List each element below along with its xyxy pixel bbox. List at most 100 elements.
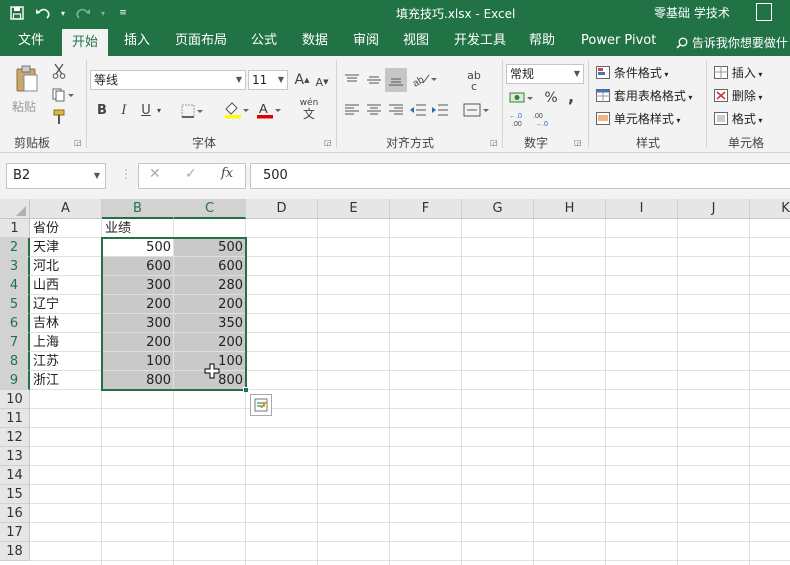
merge-center-icon[interactable] bbox=[462, 100, 490, 120]
select-all-button[interactable] bbox=[0, 199, 30, 219]
borders-icon[interactable] bbox=[180, 102, 204, 120]
decrease-indent-icon[interactable] bbox=[408, 100, 428, 120]
align-bottom-icon[interactable] bbox=[385, 68, 407, 92]
align-center-icon[interactable] bbox=[364, 100, 384, 120]
paste-button[interactable]: 粘贴 bbox=[12, 98, 36, 115]
increase-decimal-icon[interactable]: ←.0.00 bbox=[508, 110, 530, 128]
row-header-1[interactable]: 1 bbox=[0, 219, 30, 238]
cancel-entry-button[interactable]: ✕ bbox=[149, 166, 161, 182]
formula-input[interactable]: 500 bbox=[250, 163, 790, 189]
number-launcher-icon[interactable]: ◲ bbox=[574, 138, 582, 147]
tab-home[interactable]: 开始 bbox=[62, 29, 109, 56]
increase-indent-icon[interactable] bbox=[430, 100, 450, 120]
undo-icon[interactable] bbox=[32, 3, 54, 23]
column-header-d[interactable]: D bbox=[246, 199, 318, 219]
cell-styles-button[interactable]: 单元格样式 ▾ bbox=[596, 110, 680, 127]
number-format-combo[interactable]: 常规 ▼ bbox=[506, 64, 584, 84]
cell-b1[interactable]: 业绩 bbox=[102, 219, 174, 238]
clipboard-launcher-icon[interactable]: ◲ bbox=[74, 138, 82, 147]
tab-page-layout[interactable]: 页面布局 bbox=[165, 26, 237, 56]
row-header-2[interactable]: 2 bbox=[0, 238, 30, 257]
undo-dropdown-icon[interactable]: ▾ bbox=[58, 3, 68, 23]
cell-c2[interactable]: 500 bbox=[174, 238, 246, 257]
row-header-15[interactable]: 15 bbox=[0, 485, 30, 504]
align-right-icon[interactable] bbox=[386, 100, 406, 120]
shrink-font-button[interactable]: A ▼ bbox=[314, 72, 330, 92]
column-header-k[interactable]: K bbox=[750, 199, 790, 219]
cell-c7[interactable]: 200 bbox=[174, 333, 246, 352]
row-header-8[interactable]: 8 bbox=[0, 352, 30, 371]
font-launcher-icon[interactable]: ◲ bbox=[324, 138, 332, 147]
font-size-combo[interactable]: 11 ▼ bbox=[248, 70, 288, 90]
tab-power-pivot[interactable]: Power Pivot bbox=[571, 26, 666, 56]
cell-a5[interactable]: 辽宁 bbox=[30, 295, 102, 314]
cut-icon[interactable] bbox=[50, 62, 68, 80]
decrease-decimal-icon[interactable]: .00 →.0 bbox=[532, 110, 554, 128]
tab-view[interactable]: 视图 bbox=[393, 26, 439, 56]
ribbon-display-icon[interactable] bbox=[756, 3, 772, 21]
confirm-entry-button[interactable]: ✓ bbox=[185, 166, 197, 182]
conditional-formatting-button[interactable]: 条件格式 ▾ bbox=[596, 64, 668, 81]
accounting-format-icon[interactable] bbox=[508, 88, 534, 108]
row-header-17[interactable]: 17 bbox=[0, 523, 30, 542]
row-header-14[interactable]: 14 bbox=[0, 466, 30, 485]
row-header-12[interactable]: 12 bbox=[0, 428, 30, 447]
column-header-i[interactable]: I bbox=[606, 199, 678, 219]
cell-c5[interactable]: 200 bbox=[174, 295, 246, 314]
user-name[interactable]: 零基础 学技术 bbox=[654, 4, 730, 21]
insert-cells-button[interactable]: 插入 ▾ bbox=[714, 64, 762, 81]
column-header-j[interactable]: J bbox=[678, 199, 750, 219]
row-header-13[interactable]: 13 bbox=[0, 447, 30, 466]
cell-a8[interactable]: 江苏 bbox=[30, 352, 102, 371]
tab-file[interactable]: 文件 bbox=[8, 26, 54, 56]
delete-cells-button[interactable]: 删除 ▾ bbox=[714, 87, 762, 104]
font-color-icon[interactable]: A bbox=[254, 100, 282, 120]
underline-button[interactable]: U bbox=[138, 100, 154, 120]
tab-help[interactable]: 帮助 bbox=[519, 26, 565, 56]
tab-review[interactable]: 审阅 bbox=[343, 26, 389, 56]
cell-c4[interactable]: 280 bbox=[174, 276, 246, 295]
align-middle-icon[interactable] bbox=[364, 70, 384, 90]
tell-me-box[interactable]: 告诉我你想要做什 bbox=[676, 34, 788, 51]
tab-formulas[interactable]: 公式 bbox=[241, 26, 287, 56]
copy-icon[interactable] bbox=[50, 86, 76, 104]
cell-b9[interactable]: 800 bbox=[102, 371, 174, 390]
format-painter-icon[interactable] bbox=[50, 108, 68, 126]
column-header-g[interactable]: G bbox=[462, 199, 534, 219]
cell-a3[interactable]: 河北 bbox=[30, 257, 102, 276]
cell-b8[interactable]: 100 bbox=[102, 352, 174, 371]
wrap-text-button[interactable]: ab c bbox=[464, 68, 484, 94]
row-header-10[interactable]: 10 bbox=[0, 390, 30, 409]
cell-a6[interactable]: 吉林 bbox=[30, 314, 102, 333]
row-header-18[interactable]: 18 bbox=[0, 542, 30, 561]
row-header-5[interactable]: 5 bbox=[0, 295, 30, 314]
row-header-3[interactable]: 3 bbox=[0, 257, 30, 276]
cell-c6[interactable]: 350 bbox=[174, 314, 246, 333]
worksheet-grid[interactable]: ABCDEFGHIJK 1 2 3 4 5 6 7 8 9 10 11 12 13 14 15 16 17 18 … bbox=[0, 199, 790, 565]
row-header-6[interactable]: 6 bbox=[0, 314, 30, 333]
cell-a7[interactable]: 上海 bbox=[30, 333, 102, 352]
cell-a9[interactable]: 浙江 bbox=[30, 371, 102, 390]
cell-c3[interactable]: 600 bbox=[174, 257, 246, 276]
insert-function-button[interactable]: fx bbox=[221, 166, 233, 181]
align-top-icon[interactable] bbox=[342, 70, 362, 90]
font-name-combo[interactable]: 等线 ▼ bbox=[90, 70, 246, 90]
fill-handle[interactable] bbox=[243, 387, 249, 393]
cell-b6[interactable]: 300 bbox=[102, 314, 174, 333]
column-header-h[interactable]: H bbox=[534, 199, 606, 219]
cell-b2[interactable]: 500 bbox=[102, 238, 174, 257]
cell-b7[interactable]: 200 bbox=[102, 333, 174, 352]
grow-font-button[interactable]: A ▲ bbox=[294, 70, 310, 90]
customize-toolbar-icon[interactable]: ≡ bbox=[112, 3, 134, 23]
align-left-icon[interactable] bbox=[342, 100, 362, 120]
quick-analysis-icon[interactable] bbox=[250, 394, 272, 416]
cell-a2[interactable]: 天津 bbox=[30, 238, 102, 257]
row-header-4[interactable]: 4 bbox=[0, 276, 30, 295]
column-header-f[interactable]: F bbox=[390, 199, 462, 219]
column-header-e[interactable]: E bbox=[318, 199, 390, 219]
paste-icon[interactable] bbox=[10, 64, 44, 94]
bold-button[interactable]: B bbox=[94, 100, 110, 120]
save-icon[interactable] bbox=[6, 3, 28, 23]
name-box[interactable]: B2 ▼ bbox=[6, 163, 106, 189]
format-cells-button[interactable]: 格式 ▾ bbox=[714, 110, 762, 127]
